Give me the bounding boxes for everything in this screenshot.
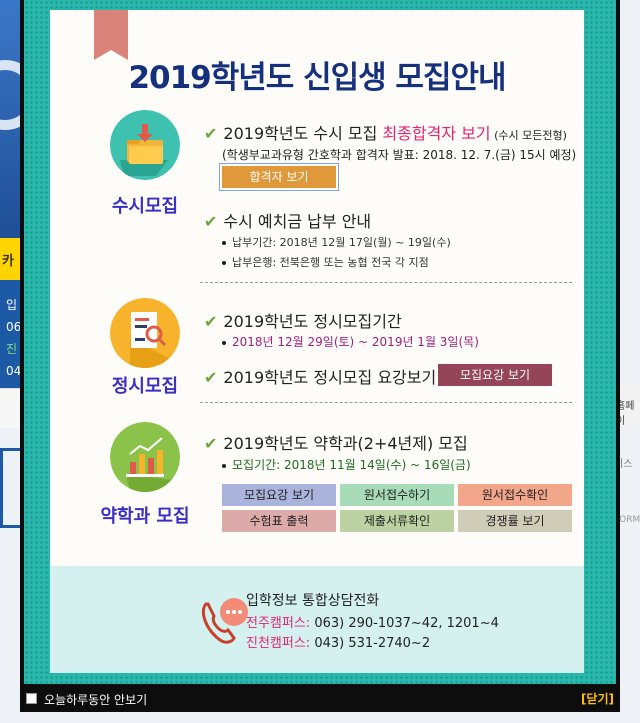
check-icon: ✔	[204, 368, 218, 387]
campus2-phone: 043) 531-2740~2	[310, 636, 431, 651]
pharmacy-line: ✔ 2019학년도 약학과(2+4년제) 모집	[204, 430, 468, 454]
jeongsi-guide-button[interactable]: 모집요강 보기	[438, 364, 552, 386]
bookmark-ribbon-icon	[94, 10, 128, 60]
popup-card: 2019학년도 신입생 모집안내 수시모집 ✔ 2019학년도 수시 모집 최종합…	[50, 10, 584, 673]
jeongsi-line2: 2019학년도 정시모집 요강보기	[223, 368, 437, 387]
final-result-link[interactable]: 최종합격자 보기	[382, 124, 490, 143]
check-icon: ✔	[204, 434, 218, 453]
folder-download-icon	[110, 110, 180, 180]
popup-footer: 오늘하루동안 안보기 [닫기]	[20, 684, 620, 712]
check-icon: ✔	[204, 312, 218, 331]
page-title: 2019학년도 신입생 모집안내	[128, 60, 506, 96]
phone-chat-icon	[198, 594, 250, 650]
close-button[interactable]: [닫기]	[581, 690, 614, 707]
section-divider	[200, 282, 572, 283]
campus1-contact: 전주캠퍼스: 063) 290-1037~42, 1201~4	[246, 612, 499, 631]
section-divider	[200, 402, 572, 403]
list-item: 납부기간: 2018년 12월 17일(월) ~ 19일(수)	[222, 234, 451, 250]
pharmacy-guide-button[interactable]: 모집요강 보기	[222, 484, 336, 506]
list-item: 모집기간: 2018년 11월 14일(수) ~ 16일(금)	[222, 456, 471, 473]
campus1-label: 전주캠퍼스:	[246, 616, 311, 631]
dont-show-today-checkbox[interactable]	[26, 693, 37, 704]
check-application-button[interactable]: 원서접수확인	[458, 484, 572, 506]
jeongsi-period-line: ✔ 2019학년도 정시모집기간	[204, 308, 402, 332]
pharmacy-dates: 모집기간: 2018년 11월 14일(수) ~ 16일(금)	[232, 458, 471, 472]
section-label-susi: 수시모집	[111, 196, 179, 217]
susi-line1-suffix: (수시 모든전형)	[490, 129, 567, 142]
list-item: 2018년 12월 29일(토) ~ 2019년 1월 3일(목)	[222, 333, 479, 350]
list-item: 납부은행: 전북은행 또는 농협 전국 각 지점	[222, 254, 429, 270]
contact-heading: 입학정보 통합상담전화	[246, 593, 380, 609]
popup-frame: 2019학년도 신입생 모집안내 수시모집 ✔ 2019학년도 수시 모집 최종합…	[24, 0, 616, 684]
susi-note: (학생부교과유형 간호학과 합격자 발표: 2018. 12. 7.(금) 15…	[222, 148, 577, 162]
payment-period: 납부기간: 2018년 12월 17일(월) ~ 19일(수)	[232, 236, 451, 249]
dont-show-today-label[interactable]: 오늘하루동안 안보기	[44, 691, 147, 708]
apply-button[interactable]: 원서접수하기	[340, 484, 454, 506]
check-icon: ✔	[204, 124, 218, 143]
competition-rate-button[interactable]: 경쟁률 보기	[458, 510, 572, 532]
contact-box: 입학정보 통합상담전화 전주캠퍼스: 063) 290-1037~42, 120…	[50, 566, 584, 673]
check-documents-button[interactable]: 제출서류확인	[340, 510, 454, 532]
susi-result-line: ✔ 2019학년도 수시 모집 최종합격자 보기 (수시 모든전형)	[204, 120, 567, 144]
admission-popup: 2019학년도 신입생 모집안내 수시모집 ✔ 2019학년도 수시 모집 최종합…	[20, 0, 620, 712]
jeongsi-guide-line: ✔ 2019학년도 정시모집 요강보기	[204, 364, 436, 388]
jeongsi-line1: 2019학년도 정시모집기간	[223, 312, 402, 331]
bar-chart-icon	[110, 422, 180, 492]
jeongsi-dates: 2018년 12월 29일(토) ~ 2019년 1월 3일(목)	[232, 335, 479, 349]
print-admission-ticket-button[interactable]: 수험표 출력	[222, 510, 336, 532]
susi-deposit-line: ✔ 수시 예치금 납부 안내	[204, 208, 371, 232]
campus2-label: 진천캠퍼스:	[246, 636, 311, 651]
section-label-jeongsi: 정시모집	[111, 376, 179, 397]
payment-bank: 납부은행: 전북은행 또는 농협 전국 각 지점	[232, 256, 429, 269]
document-search-icon	[110, 298, 180, 368]
campus2-contact: 진천캠퍼스: 043) 531-2740~2	[246, 632, 430, 651]
pharmacy-line1: 2019학년도 약학과(2+4년제) 모집	[223, 434, 468, 453]
section-label-pharmacy: 약학과 모집	[100, 506, 190, 527]
campus1-phone: 063) 290-1037~42, 1201~4	[310, 616, 499, 631]
susi-line2: 수시 예치금 납부 안내	[223, 212, 372, 231]
check-icon: ✔	[204, 212, 218, 231]
view-results-button[interactable]: 합격자 보기	[219, 163, 339, 191]
susi-line1-prefix: 2019학년도 수시 모집	[223, 124, 383, 143]
